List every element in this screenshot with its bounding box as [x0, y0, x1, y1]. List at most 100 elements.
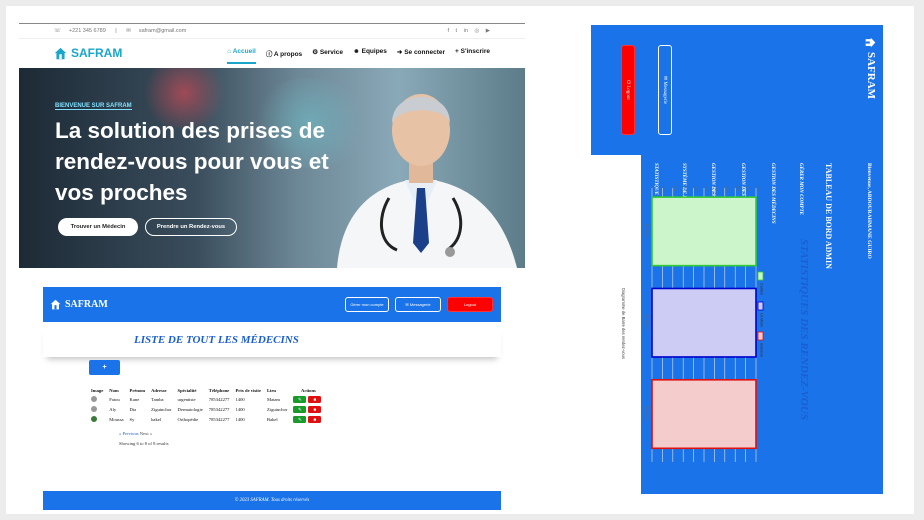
- table-cell: Matam: [266, 396, 280, 402]
- nav-label: Se connecter: [404, 49, 446, 56]
- hero-title: La solution des prises de rendez-vous po…: [55, 118, 329, 205]
- column-header: Téléphone: [208, 387, 230, 393]
- doctor-avatar: [88, 404, 106, 414]
- button-label: Messagerie: [662, 81, 668, 105]
- table-cell: Bakel: [266, 416, 278, 422]
- previous-link[interactable]: « Previous: [119, 431, 139, 436]
- table-cell: Orthopédie: [177, 416, 199, 422]
- divider: |: [115, 28, 117, 34]
- chart-bar: [651, 196, 757, 267]
- nav-item-accueil[interactable]: ⌂ Accueil: [227, 42, 256, 64]
- edit-icon[interactable]: ✎: [293, 415, 307, 423]
- nav-item-service[interactable]: ⚙ Service: [312, 42, 343, 64]
- tick-label: 0.1: [746, 186, 750, 191]
- nav-item-equipes[interactable]: ☻ Equipes: [353, 42, 387, 64]
- brand-name: SAFRAM: [865, 52, 877, 100]
- column-header: Prénom: [129, 387, 146, 393]
- column-header: Lieu: [266, 387, 276, 393]
- column-header: Nom: [109, 387, 119, 393]
- next-link[interactable]: Next »: [140, 431, 152, 436]
- nav-item-a-propos[interactable]: ⓘ A propos: [266, 42, 302, 64]
- tick-label: 0.3: [725, 186, 729, 191]
- youtube-icon[interactable]: ▶: [486, 28, 490, 34]
- button-label: Logout: [463, 302, 477, 307]
- delete-icon[interactable]: ■: [308, 415, 322, 423]
- nav-item-se-connecter[interactable]: ➜ Se connecter: [397, 42, 445, 64]
- column-header: Spécialité: [177, 387, 197, 393]
- linkedin-icon[interactable]: in: [464, 28, 468, 34]
- delete-icon[interactable]: ■: [308, 405, 322, 413]
- nav-item-s-inscrire[interactable]: + S'inscrire: [455, 42, 490, 64]
- messages-button[interactable]: ✉ Messagerie: [395, 297, 441, 312]
- avatar: [91, 395, 97, 402]
- button-label: Messagerie: [409, 302, 431, 307]
- edit-icon[interactable]: ✎: [293, 395, 307, 403]
- nav-label: Equipes: [361, 48, 387, 55]
- category-label: Dr.Morin: [645, 315, 650, 330]
- table-cell: 1400: [235, 416, 245, 422]
- brand-name: SAFRAM: [65, 299, 108, 310]
- screenshot-canvas: ☏ +221 345 6789 | ✉ safram@gmail.com f t i…: [0, 0, 924, 520]
- table-row: Moussa Sy bakel Orthopédie 785342277 140…: [88, 414, 326, 424]
- table-cell: urgentiste: [177, 396, 196, 402]
- email-text: safram@gmail.com: [138, 28, 187, 34]
- phone-icon: ☏: [54, 28, 61, 34]
- users-icon: ☻: [352, 48, 362, 55]
- delete-icon[interactable]: ■: [308, 395, 322, 403]
- house-logo-icon: [866, 37, 876, 48]
- button-label: Gérer mon compte: [350, 302, 384, 307]
- table-cell: Dermatologie: [177, 406, 203, 412]
- doctors-table: Image Nom Prénom Adresse Spécialité Télé…: [88, 386, 326, 424]
- landing-page-panel: ☏ +221 345 6789 | ✉ safram@gmail.com f t i…: [19, 23, 525, 268]
- menu-item-doctors[interactable]: GESTION DES MÉDECINS: [770, 163, 775, 224]
- column-header: Adresse: [151, 387, 167, 393]
- nav-menu: ⌂ Accueil ⓘ A propos ⚙ Service ☻ Equipes…: [227, 42, 490, 64]
- table-cell: 1400: [235, 406, 245, 412]
- table-cell: Fatou: [109, 396, 120, 402]
- add-doctor-button[interactable]: +: [89, 360, 120, 375]
- pagination: « Previous Next »: [119, 431, 152, 436]
- footer-text: © 2023 SAFRAM. Tous droits réservés: [234, 498, 310, 503]
- nav-label: Service: [319, 49, 343, 56]
- table-cell: Kane: [129, 396, 140, 402]
- find-doctor-button[interactable]: Trouver un Médecin: [58, 218, 138, 236]
- stats-title-wrap: STATISTIQUES DES RENDEZ-VOUS: [796, 239, 816, 420]
- table-cell: 785342277: [208, 406, 230, 412]
- logout-button[interactable]: ⏻ Logout: [621, 45, 635, 135]
- admin-brand[interactable]: SAFRAM: [50, 299, 108, 310]
- messages-button[interactable]: ✉ Messagerie: [658, 45, 672, 135]
- main-nav: SAFRAM ⌂ Accueil ⓘ A propos ⚙ Service ☻ …: [19, 39, 525, 67]
- table-cell: Aly: [109, 406, 117, 412]
- doctor-photo: [337, 94, 517, 268]
- legend-swatch: [757, 301, 764, 311]
- manage-account-button[interactable]: Gérer mon compte: [345, 297, 389, 312]
- results-count: Showing 6 to 8 of 8 results: [119, 441, 169, 446]
- dashboard-title: TABLEAU DE BORD ADMIN: [824, 163, 833, 269]
- house-logo-icon: [50, 299, 61, 310]
- stats-title: STATISTIQUES DES RENDEZ-VOUS: [798, 239, 810, 420]
- chart-title: Diagramme de Barre des rendez-vous: [621, 288, 626, 359]
- twitter-icon[interactable]: t: [456, 28, 458, 34]
- appointments-bar-chart: 0.0 0.1 0.2 0.3 0.4 0.5 0.6 0.7 0.8 0.9 1.0 Cardiol…: [621, 186, 764, 462]
- facebook-icon[interactable]: f: [447, 28, 449, 34]
- menu-item-manage-account[interactable]: GÉRER MON COMPTE: [798, 163, 803, 215]
- table-cell: Tamba: [151, 396, 164, 402]
- instagram-icon[interactable]: ◎: [474, 28, 479, 34]
- admin-footer: © 2023 SAFRAM. Tous droits réservés: [43, 491, 501, 510]
- edit-icon[interactable]: ✎: [293, 405, 307, 413]
- page-title: LISTE DE TOUT LES MÉDECINS: [134, 334, 299, 346]
- hero-banner: BIENVENUE SUR SAFRAM La solution des pri…: [19, 68, 525, 268]
- sidebar-brand[interactable]: SAFRAM: [865, 37, 877, 99]
- nav-label: S'inscrire: [460, 48, 490, 55]
- house-logo-icon: [54, 47, 67, 59]
- table-cell: bakel: [151, 416, 162, 422]
- table-row: Fatou Kane Tamba urgentiste 785342277 14…: [88, 394, 326, 404]
- info-icon: ⓘ: [265, 51, 274, 58]
- legend-label: Cardiol: [760, 283, 764, 295]
- brand-logo[interactable]: SAFRAM: [54, 46, 122, 60]
- logout-button[interactable]: Logout: [447, 297, 493, 312]
- doctor-avatar: [88, 394, 106, 404]
- legend-swatch: [757, 271, 764, 281]
- book-appointment-button[interactable]: Prendre un Rendez-vous: [145, 218, 237, 236]
- greeting: Bienvenue, ABDOURAHMANE GUIRO: [866, 163, 872, 259]
